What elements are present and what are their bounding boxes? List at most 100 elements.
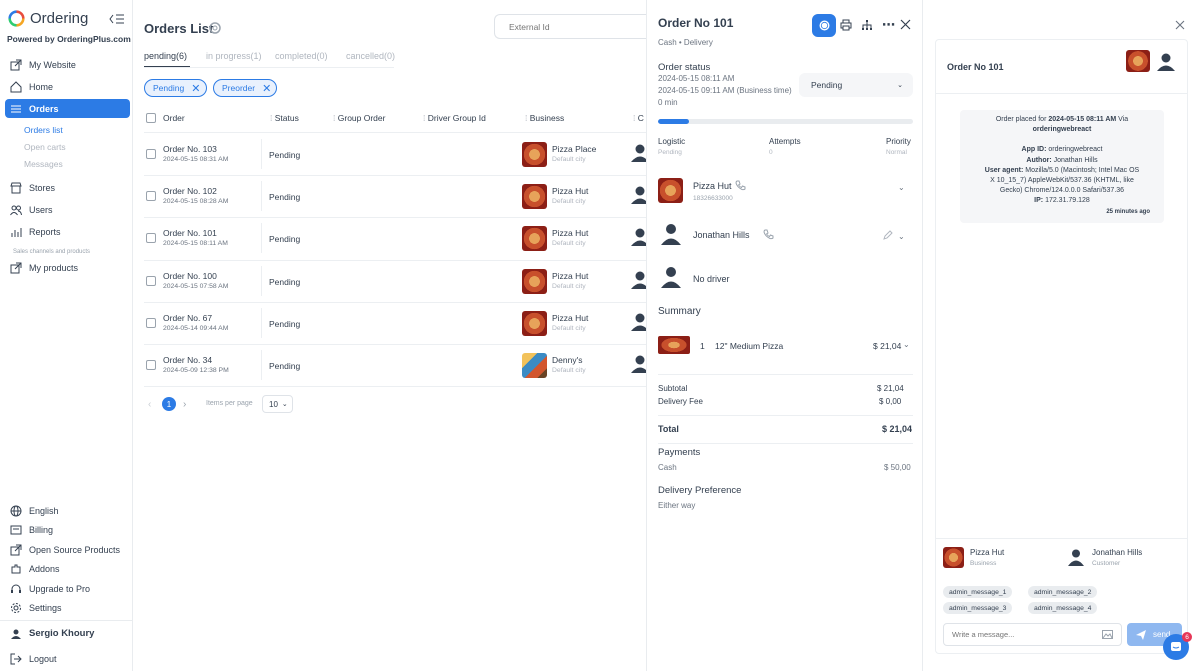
select-all-checkbox[interactable] — [146, 113, 156, 123]
items-per-page-select[interactable]: 10 ⌄ — [262, 395, 293, 413]
sidebar-subitem-messages[interactable]: Messages — [24, 159, 63, 169]
sidebar-item-home[interactable]: Home — [5, 77, 130, 96]
quick-message-chip[interactable]: admin_message_3 — [943, 602, 1013, 614]
next-page-icon[interactable]: › — [183, 399, 186, 410]
business-logo — [1126, 50, 1150, 72]
sidebar-item-orders[interactable]: Orders — [5, 99, 130, 118]
order-status-select[interactable]: Pending ⌄ — [799, 73, 913, 97]
quick-message-chip[interactable]: admin_message_2 — [1028, 586, 1098, 598]
order-detail-subtitle: Cash • Delivery — [658, 38, 713, 47]
sidebar-item-label: Open Source Products — [29, 544, 121, 555]
sidebar-subitem-open-carts[interactable]: Open carts — [24, 142, 66, 152]
row-checkbox[interactable] — [146, 317, 156, 328]
column-label: Status — [274, 113, 299, 123]
order-date: 2024-05-15 08:11 AM — [163, 240, 228, 248]
order-number[interactable]: Order No. 67 — [163, 313, 212, 323]
chevron-down-icon[interactable]: ⌄ — [898, 232, 905, 241]
quick-message-chip[interactable]: admin_message_1 — [943, 586, 1013, 598]
sidebar-item-my-products[interactable]: My products — [5, 258, 130, 277]
column-label: C — [637, 113, 644, 123]
tab-in-progress[interactable]: in progress(1) — [206, 51, 262, 61]
row-checkbox[interactable] — [146, 149, 156, 159]
sidebar-item-upgrade[interactable]: Upgrade to Pro — [5, 579, 130, 598]
page-button-1[interactable]: 1 — [162, 397, 176, 411]
order-number[interactable]: Order No. 100 — [163, 271, 217, 281]
chat-bubble-icon — [1170, 641, 1182, 653]
order-number[interactable]: Order No. 34 — [163, 355, 212, 365]
sidebar-subitem-orders-list[interactable]: Orders list — [24, 125, 63, 135]
column-label: Group Order — [337, 113, 386, 123]
drag-handle-icon[interactable]: ⁞ — [333, 113, 335, 123]
close-icon[interactable]: ✕ — [262, 82, 271, 95]
edit-pencil-icon[interactable] — [883, 230, 893, 240]
msg-date: 2024-05-15 08:11 AM — [1048, 116, 1117, 123]
sidebar-item-my-website[interactable]: My Website — [5, 55, 130, 74]
drag-handle-icon[interactable]: ⁞ — [525, 113, 527, 123]
chat-panel: Order No 101 Order placed for 2024-05-15… — [923, 0, 1200, 671]
summary-heading: Summary — [658, 306, 701, 317]
subtotal-value: $ 21,04 — [877, 384, 904, 393]
tab-pending[interactable]: pending(6) — [144, 51, 187, 61]
tab-completed[interactable]: completed(0) — [275, 51, 328, 61]
close-icon[interactable]: ✕ — [191, 82, 200, 95]
image-upload-icon[interactable] — [1102, 630, 1113, 639]
tab-cancelled[interactable]: cancelled(0) — [346, 51, 395, 61]
column-header-group-order[interactable]: ⁞ Group Order — [333, 113, 385, 123]
order-date: 2024-05-15 07:58 AM — [163, 282, 229, 290]
sidebar-item-addons[interactable]: Addons — [5, 559, 130, 578]
message-input[interactable] — [943, 623, 1122, 646]
row-checkbox[interactable] — [146, 191, 156, 202]
quick-message-chip[interactable]: admin_message_4 — [1028, 602, 1098, 614]
logout-button[interactable]: Logout — [5, 649, 130, 668]
prev-page-icon[interactable]: ‹ — [148, 399, 151, 410]
row-checkbox[interactable] — [146, 360, 156, 370]
column-header-business[interactable]: ⁞ Business — [525, 113, 564, 123]
drag-handle-icon[interactable]: ⁞ — [423, 113, 425, 123]
ua-line2: X 10_15_7) AppleWebKit/537.36 (KHTML, li… — [990, 177, 1134, 185]
send-icon — [1136, 629, 1146, 640]
order-number[interactable]: Order No. 102 — [163, 186, 217, 196]
order-number[interactable]: Order No. 103 — [163, 144, 217, 154]
lifebuoy-icon[interactable] — [209, 22, 221, 34]
sitemap-icon[interactable] — [861, 19, 873, 31]
business-logo — [943, 547, 964, 568]
customer-avatar — [630, 186, 646, 205]
sidebar-item-language[interactable]: English — [5, 501, 130, 520]
print-icon[interactable] — [840, 19, 852, 31]
order-status: Pending — [269, 150, 301, 160]
more-options-icon[interactable]: ⋯ — [882, 17, 895, 33]
phone-icon[interactable] — [763, 229, 774, 240]
drag-handle-icon[interactable]: ⁞ — [270, 113, 272, 123]
close-icon[interactable] — [900, 19, 911, 30]
order-date: 2024-05-09 12:38 PM — [163, 367, 229, 374]
shop-icon — [9, 181, 22, 194]
collapse-sidebar-icon[interactable] — [109, 13, 125, 25]
column-header-customer[interactable]: ⁞ C — [633, 113, 644, 123]
chevron-down-icon[interactable]: ⌄ — [903, 340, 910, 349]
sidebar-item-stores[interactable]: Stores — [5, 178, 130, 197]
sidebar-item-reports[interactable]: Reports — [5, 222, 130, 241]
drag-handle-icon[interactable]: ⁞ — [633, 113, 635, 123]
chip-label: Pending — [153, 83, 185, 93]
sidebar-user[interactable]: Sergio Khoury — [5, 624, 130, 643]
external-id-search-input[interactable] — [494, 14, 646, 39]
column-header-driver-group-id[interactable]: ⁞ Driver Group Id — [423, 113, 486, 123]
ua-line1: Mozilla/5.0 (Macintosh; Intel Mac OS — [1025, 166, 1140, 174]
sidebar-item-settings[interactable]: Settings — [5, 598, 130, 617]
divider — [935, 538, 1188, 539]
filter-chip-preorder[interactable]: Preorder ✕ — [213, 79, 277, 97]
chevron-down-icon[interactable]: ⌄ — [898, 183, 905, 192]
sidebar-item-users[interactable]: Users — [5, 200, 130, 219]
sidebar-item-billing[interactable]: Billing — [5, 520, 130, 539]
sidebar-item-label: Settings — [29, 602, 62, 613]
total-value: $ 21,04 — [882, 424, 913, 434]
sidebar-item-open-source-products[interactable]: Open Source Products — [5, 540, 130, 559]
order-number[interactable]: Order No. 101 — [163, 228, 217, 238]
row-checkbox[interactable] — [146, 275, 156, 286]
close-icon[interactable] — [1175, 20, 1185, 30]
row-checkbox[interactable] — [146, 233, 156, 244]
phone-icon[interactable] — [735, 180, 746, 191]
filter-chip-pending[interactable]: Pending ✕ — [144, 79, 207, 97]
column-header-status[interactable]: ⁞ Status — [270, 113, 299, 123]
chat-button[interactable] — [812, 14, 836, 37]
